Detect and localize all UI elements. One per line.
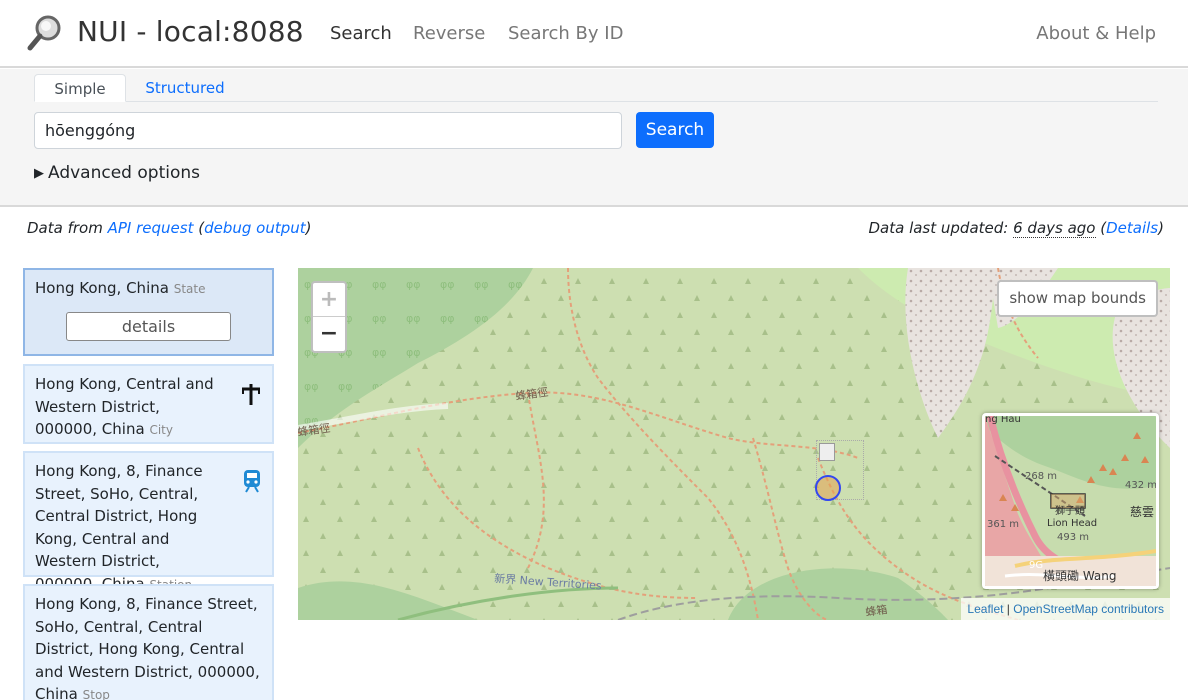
minimap-label: ng Hau [985,416,1021,425]
advanced-options-toggle[interactable]: ▶ Advanced options [34,163,200,183]
result-type: City [149,423,173,438]
nav-search-by-id[interactable]: Search By ID [508,23,623,44]
search-panel: Simple Structured Search ▶ Advanced optio… [0,69,1188,207]
result-location-marker[interactable] [815,475,841,501]
result-item[interactable]: Hong Kong, Central and Western District,… [23,364,274,444]
result-item[interactable]: Hong Kong, 8, Finance Street, SoHo, Cent… [23,584,274,700]
train-icon [242,469,262,497]
result-name: Hong Kong, Central and Western District,… [35,375,214,439]
result-item[interactable]: Hong Kong, China State details [23,268,274,356]
data-from-text: Data from [27,219,103,237]
details-link[interactable]: Details [1106,219,1158,237]
result-type: Stop [82,688,110,700]
minimap-tiles: ng Hau 268 m 432 m 361 m 獅子頭 Lion Head 4… [985,416,1156,586]
minimap-label: Lion Head [1047,518,1097,529]
result-name: Hong Kong, 8, Finance Street, SoHo, Cent… [35,462,203,593]
result-type: State [173,282,206,296]
zoom-in-button[interactable]: + [313,283,345,317]
minimap-label: 橫頭磡 Wang [1043,569,1117,583]
data-source-line: Data from API request (debug output) [27,219,312,237]
city-marker-icon [240,382,262,410]
minimap-label: 獅子頭 [1055,504,1085,517]
data-updated-line: Data last updated: 6 days ago (Details) [868,219,1164,238]
minimap-label: 432 m [1125,480,1156,491]
minimap-label: 493 m [1057,532,1089,543]
minimap-label: 9G [1029,560,1043,571]
top-navbar: NUI - local:8088 Search Reverse Search B… [0,0,1188,68]
osm-contributors-link[interactable]: OpenStreetMap contributors [1013,602,1164,616]
map-view[interactable]: φφ [298,268,1170,620]
minimap-label: 慈雲 [1130,504,1154,519]
debug-output-link[interactable]: debug output [204,219,306,237]
show-map-bounds-button[interactable]: show map bounds [997,280,1158,317]
tab-simple[interactable]: Simple [34,74,126,102]
nav-about-help[interactable]: About & Help [1036,23,1156,44]
zoom-control: + − [311,281,347,353]
search-input[interactable] [34,112,622,149]
last-updated-label: Data last updated: [868,219,1009,237]
result-item[interactable]: Hong Kong, 8, Finance Street, SoHo, Cent… [23,451,274,593]
api-request-link[interactable]: API request [108,219,194,237]
zoom-out-button[interactable]: − [313,317,345,351]
triangle-right-icon: ▶ [34,166,44,181]
map-attribution: Leaflet | OpenStreetMap contributors [961,598,1170,620]
leaflet-link[interactable]: Leaflet [967,602,1003,616]
magnifier-logo-icon[interactable] [26,14,64,52]
nav-reverse[interactable]: Reverse [413,23,485,44]
nav-search[interactable]: Search [330,23,392,44]
minimap[interactable]: ng Hau 268 m 432 m 361 m 獅子頭 Lion Head 4… [982,413,1159,589]
details-button[interactable]: details [66,311,231,341]
minimap-label: 361 m [987,519,1019,530]
tab-structured[interactable]: Structured [130,74,240,102]
brand-title[interactable]: NUI - local:8088 [77,15,304,48]
minimap-label: 268 m [1025,471,1057,482]
search-button[interactable]: Search [636,112,714,148]
broken-image-icon [819,443,835,461]
advanced-options-label: Advanced options [48,163,200,183]
result-name: Hong Kong, China [35,279,169,297]
last-updated-value: 6 days ago [1013,219,1096,238]
result-name: Hong Kong, 8, Finance Street, SoHo, Cent… [35,595,260,700]
